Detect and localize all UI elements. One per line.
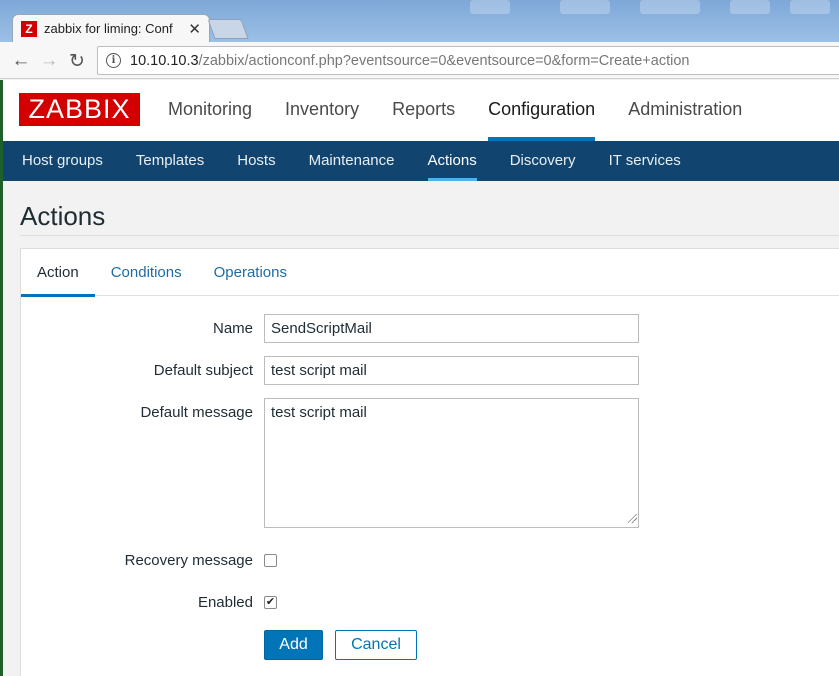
default-message-textarea[interactable]: test script mail xyxy=(264,398,639,528)
menu-administration[interactable]: Administration xyxy=(628,80,742,141)
forward-arrow-icon[interactable]: → xyxy=(38,50,60,72)
default-message-label: Default message xyxy=(140,404,253,421)
background-blur xyxy=(640,0,700,14)
sub-navigation: Host groups Templates Hosts Maintenance … xyxy=(0,141,839,181)
zabbix-logo[interactable]: ZABBIX xyxy=(19,93,140,126)
recovery-message-checkbox[interactable] xyxy=(264,554,277,567)
page-content: Actions Action Conditions Operations Nam… xyxy=(0,181,839,676)
subnav-discovery[interactable]: Discovery xyxy=(510,141,576,181)
enabled-label: Enabled xyxy=(197,594,253,611)
menu-inventory[interactable]: Inventory xyxy=(285,80,359,141)
browser-tab-bar: Z zabbix for liming: Conf ✕ xyxy=(0,0,839,42)
background-blur xyxy=(730,0,770,14)
resize-grip-icon[interactable] xyxy=(628,514,637,523)
reload-icon[interactable]: ↻ xyxy=(66,50,88,72)
form-tabs: Action Conditions Operations xyxy=(21,249,839,297)
title-divider xyxy=(20,235,839,236)
zabbix-favicon-icon: Z xyxy=(21,20,37,37)
tab-action[interactable]: Action xyxy=(21,249,95,297)
recovery-message-label: Recovery message xyxy=(124,552,253,569)
enabled-checkbox[interactable]: ✔ xyxy=(264,596,277,609)
info-icon[interactable]: i xyxy=(106,53,121,68)
subnav-host-groups[interactable]: Host groups xyxy=(22,141,103,181)
name-label: Name xyxy=(212,320,253,337)
background-blur xyxy=(790,0,830,14)
back-arrow-icon[interactable]: ← xyxy=(10,50,32,72)
main-menu: Monitoring Inventory Reports Configurati… xyxy=(168,80,775,141)
default-subject-label: Default subject xyxy=(153,362,253,379)
subnav-templates[interactable]: Templates xyxy=(136,141,204,181)
default-subject-input[interactable] xyxy=(264,356,639,385)
url-host: 10.10.10.3 xyxy=(130,52,199,69)
name-input[interactable] xyxy=(264,314,639,343)
cancel-button[interactable]: Cancel xyxy=(335,630,417,660)
browser-toolbar: ← → ↻ i 10.10.10.3/zabbix/actionconf.php… xyxy=(0,42,839,79)
tab-conditions[interactable]: Conditions xyxy=(95,249,198,296)
address-bar[interactable]: i 10.10.10.3/zabbix/actionconf.php?event… xyxy=(97,46,839,75)
browser-tab[interactable]: Z zabbix for liming: Conf ✕ xyxy=(12,14,210,42)
subnav-it-services[interactable]: IT services xyxy=(609,141,681,181)
menu-monitoring[interactable]: Monitoring xyxy=(168,80,252,141)
zabbix-header: ZABBIX Monitoring Inventory Reports Conf… xyxy=(0,80,839,141)
menu-reports[interactable]: Reports xyxy=(392,80,455,141)
subnav-maintenance[interactable]: Maintenance xyxy=(309,141,395,181)
subnav-actions[interactable]: Actions xyxy=(427,141,477,181)
subnav-hosts[interactable]: Hosts xyxy=(237,141,275,181)
close-tab-icon[interactable]: ✕ xyxy=(188,20,201,38)
browser-tab-title: zabbix for liming: Conf xyxy=(44,21,173,36)
menu-configuration[interactable]: Configuration xyxy=(488,80,596,141)
url-path: /zabbix/actionconf.php?eventsource=0&eve… xyxy=(198,52,690,69)
background-blur xyxy=(470,0,510,14)
action-form: Action Conditions Operations Name Defaul… xyxy=(20,248,839,676)
page-title: Actions xyxy=(20,201,106,231)
add-button[interactable]: Add xyxy=(264,630,323,660)
tab-operations[interactable]: Operations xyxy=(198,249,303,296)
new-tab-button[interactable] xyxy=(207,19,249,39)
background-blur xyxy=(560,0,610,14)
url-text: 10.10.10.3/zabbix/actionconf.php?eventso… xyxy=(130,53,689,69)
